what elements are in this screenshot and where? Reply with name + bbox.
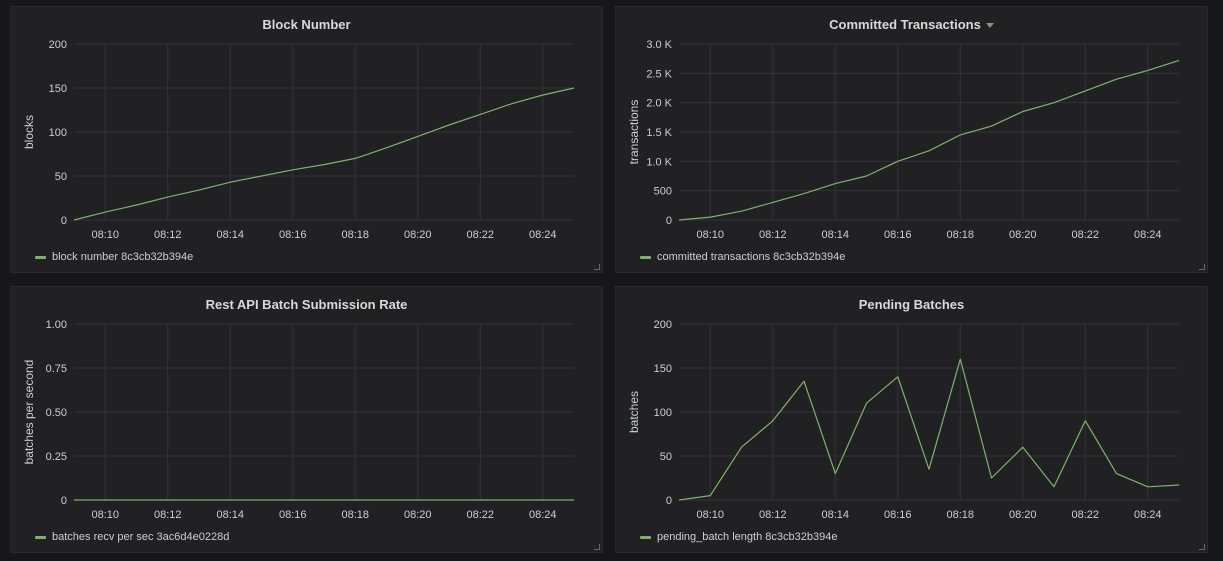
series-line bbox=[678, 358, 1180, 501]
x-tick-label: 08:24 bbox=[1134, 229, 1162, 241]
x-tick-label: 08:22 bbox=[466, 229, 494, 241]
x-tick-label: 08:18 bbox=[946, 229, 974, 241]
resize-handle[interactable] bbox=[1199, 264, 1205, 270]
legend-swatch bbox=[35, 255, 46, 259]
x-tick-label: 08:12 bbox=[759, 509, 787, 521]
x-tick-label: 08:14 bbox=[821, 509, 849, 521]
y-tick-label: 50 bbox=[55, 171, 67, 183]
x-tick-label: 08:10 bbox=[91, 229, 119, 241]
chart-rest-api-rate: 0 0.25 0.50 0.75 1.00 08:10 08:12 08:14 08:16 08:… bbox=[22, 319, 574, 521]
x-tick-label: 08:20 bbox=[1009, 509, 1037, 521]
x-tick-label: 08:14 bbox=[821, 229, 849, 241]
x-tick-label: 08:16 bbox=[279, 229, 307, 241]
legend-label: batches recv per sec 3ac6d4e0228d bbox=[52, 531, 230, 543]
chart-committed-transactions: 0 500 1.0 K 1.5 K 2.0 K 2.5 K 3.0 K 08:10 08:12 0… bbox=[627, 39, 1180, 241]
x-tick-label: 08:22 bbox=[466, 509, 494, 521]
y-axis-label: transactions bbox=[627, 100, 641, 165]
y-tick-label: 100 bbox=[49, 127, 67, 139]
y-tick-label: 2.5 K bbox=[646, 68, 672, 80]
x-tick-label: 08:12 bbox=[154, 509, 182, 521]
x-tick-label: 08:16 bbox=[884, 509, 912, 521]
x-tick-label: 08:24 bbox=[529, 229, 557, 241]
x-tick-label: 08:16 bbox=[884, 229, 912, 241]
x-tick-label: 08:14 bbox=[216, 509, 244, 521]
x-tick-label: 08:10 bbox=[696, 509, 724, 521]
chart-pending-batches: 0 50 100 150 200 08:10 08:12 08:14 08:16 08:18 08:… bbox=[627, 319, 1180, 521]
x-tick-label: 08:20 bbox=[404, 229, 432, 241]
x-tick-label: 08:12 bbox=[759, 229, 787, 241]
chart-block-number: 0 50 100 150 200 08:10 08:12 08:14 08:16 08:18 08:… bbox=[22, 39, 575, 241]
x-tick-label: 08:20 bbox=[404, 509, 432, 521]
y-tick-label: 0 bbox=[666, 215, 672, 227]
y-tick-label: 50 bbox=[660, 451, 672, 463]
y-axis-label: blocks bbox=[22, 115, 36, 149]
y-tick-label: 150 bbox=[49, 83, 67, 95]
y-tick-label: 1.5 K bbox=[646, 127, 672, 139]
x-tick-label: 08:18 bbox=[341, 509, 369, 521]
x-tick-label: 08:12 bbox=[154, 229, 182, 241]
x-tick-label: 08:10 bbox=[696, 229, 724, 241]
resize-handle[interactable] bbox=[594, 544, 600, 550]
y-tick-label: 0 bbox=[61, 495, 67, 507]
legend-item[interactable]: committed transactions 8c3cb32b394e bbox=[640, 251, 845, 263]
y-tick-label: 500 bbox=[654, 186, 672, 198]
series-line bbox=[73, 87, 575, 221]
resize-handle[interactable] bbox=[594, 264, 600, 270]
y-tick-label: 200 bbox=[654, 319, 672, 331]
legend-item[interactable]: pending_batch length 8c3cb32b394e bbox=[640, 531, 837, 543]
panel-rest-api-rate: Rest API Batch Submission Rate 0 0.25 0.50… bbox=[10, 286, 603, 553]
y-tick-label: 1.0 K bbox=[646, 156, 672, 168]
y-tick-label: 0 bbox=[666, 495, 672, 507]
y-tick-label: 0.75 bbox=[46, 363, 67, 375]
y-tick-label: 2.0 K bbox=[646, 98, 672, 110]
legend-item[interactable]: batches recv per sec 3ac6d4e0228d bbox=[35, 531, 229, 543]
x-tick-label: 08:24 bbox=[1134, 509, 1162, 521]
x-tick-label: 08:20 bbox=[1009, 229, 1037, 241]
y-tick-label: 0.25 bbox=[46, 451, 67, 463]
y-tick-label: 0.50 bbox=[46, 407, 67, 419]
legend-swatch bbox=[35, 535, 46, 539]
x-tick-label: 08:18 bbox=[946, 509, 974, 521]
series-line bbox=[678, 59, 1180, 221]
x-tick-label: 08:22 bbox=[1071, 509, 1099, 521]
x-tick-label: 08:24 bbox=[529, 509, 557, 521]
x-tick-label: 08:22 bbox=[1071, 229, 1099, 241]
y-tick-label: 3.0 K bbox=[646, 39, 672, 51]
x-tick-label: 08:14 bbox=[216, 229, 244, 241]
y-axis-label: batches per second bbox=[22, 360, 36, 465]
panel-pending-batches: Pending Batches 0 50 100 150 200 08:10 08:12 08… bbox=[615, 286, 1208, 553]
y-tick-label: 200 bbox=[49, 39, 67, 51]
x-tick-label: 08:10 bbox=[91, 509, 119, 521]
legend-swatch bbox=[640, 535, 651, 539]
x-tick-label: 08:16 bbox=[279, 509, 307, 521]
legend-label: committed transactions 8c3cb32b394e bbox=[657, 251, 846, 263]
legend-label: block number 8c3cb32b394e bbox=[52, 251, 194, 263]
resize-handle[interactable] bbox=[1199, 544, 1205, 550]
y-tick-label: 150 bbox=[654, 363, 672, 375]
panel-committed-transactions: Committed Transactions 0 500 1.0 K 1.5 K 2.0… bbox=[615, 6, 1208, 273]
legend-item[interactable]: block number 8c3cb32b394e bbox=[35, 251, 193, 263]
panel-block-number: Block Number 0 50 100 150 200 08:10 08:12 08:14… bbox=[10, 6, 603, 273]
x-tick-label: 08:18 bbox=[341, 229, 369, 241]
y-tick-label: 0 bbox=[61, 215, 67, 227]
legend-swatch bbox=[640, 255, 651, 259]
y-tick-label: 1.00 bbox=[46, 319, 67, 331]
y-tick-label: 100 bbox=[654, 407, 672, 419]
legend-label: pending_batch length 8c3cb32b394e bbox=[657, 531, 838, 543]
y-axis-label: batches bbox=[627, 391, 641, 433]
